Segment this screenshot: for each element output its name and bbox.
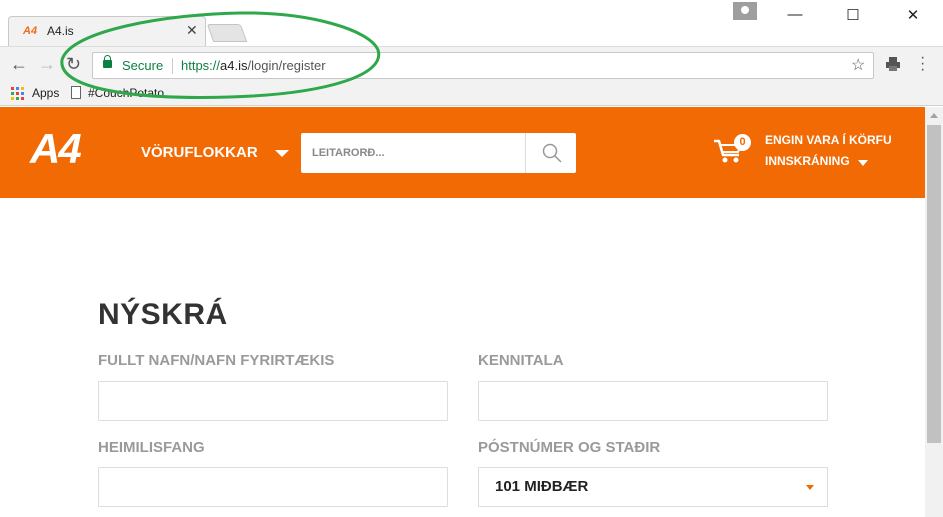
minimize-button[interactable]: —	[780, 6, 810, 30]
lock-icon	[103, 55, 112, 68]
search-icon	[542, 143, 562, 163]
a4-logo[interactable]: A4	[30, 125, 82, 173]
back-arrow-icon[interactable]: ←	[10, 54, 28, 75]
forward-arrow-icon[interactable]: →	[38, 54, 56, 75]
chevron-down-icon	[806, 485, 814, 490]
bookmark-star-icon[interactable]: ☆	[851, 55, 865, 75]
tab-close-icon[interactable]: ✕	[186, 22, 198, 39]
search-button[interactable]	[525, 133, 576, 173]
site-header: A4 VÖRUFLOKKAR 0 ENGIN VARA Í KÖRFU INNS…	[0, 107, 925, 198]
reload-icon[interactable]: ↻	[66, 54, 81, 75]
printer-extension-icon[interactable]	[885, 57, 901, 71]
cart-count-badge: 0	[734, 134, 751, 151]
kennitala-field[interactable]	[478, 381, 828, 421]
kennitala-label: KENNITALA	[478, 352, 564, 369]
postcode-select[interactable]: 101 MIÐBÆR	[478, 467, 828, 507]
chevron-down-icon[interactable]	[275, 150, 289, 157]
address-label: HEIMILISFANG	[98, 439, 205, 456]
scroll-up-icon[interactable]	[930, 113, 938, 118]
postcode-value: 101 MIÐBÆR	[495, 478, 589, 495]
categories-menu[interactable]: VÖRUFLOKKAR	[141, 144, 258, 161]
full-name-field[interactable]	[98, 381, 448, 421]
tab-title: A4.is	[47, 24, 74, 38]
a4-favicon-icon: A4	[23, 25, 38, 37]
search-input[interactable]	[301, 133, 525, 173]
address-field[interactable]	[98, 467, 448, 507]
browser-toolbar: ← → ↻ Secure https://a4.is/login/registe…	[0, 46, 943, 82]
browser-tab[interactable]: A4 A4.is ✕	[8, 16, 206, 46]
apps-grid-icon[interactable]	[11, 87, 25, 101]
profile-icon[interactable]	[733, 2, 757, 20]
cart-status[interactable]: ENGIN VARA Í KÖRFU	[765, 133, 892, 147]
page-scrollbar[interactable]	[925, 107, 943, 517]
new-tab-button[interactable]	[206, 24, 248, 42]
page-title: NÝSKRÁ	[98, 298, 228, 331]
secure-label: Secure	[122, 58, 164, 73]
bookmark-apps[interactable]: Apps	[32, 86, 59, 100]
page-icon	[71, 86, 81, 99]
url-scheme: https://	[181, 58, 221, 73]
browser-titlebar: A4 A4.is ✕ — ☐ ✕	[0, 0, 943, 46]
scroll-thumb[interactable]	[927, 125, 941, 443]
bookmarks-bar: Apps #CouchPotato	[0, 82, 943, 106]
bookmark-couchpotato[interactable]: #CouchPotato	[88, 86, 164, 100]
postcode-label: PÓSTNÚMER OG STAÐIR	[478, 439, 661, 456]
login-menu[interactable]: INNSKRÁNING	[765, 154, 850, 168]
chevron-down-icon[interactable]	[858, 160, 868, 166]
address-bar[interactable]: Secure https://a4.is/login/register ☆	[92, 52, 874, 79]
full-name-label: FULLT NAFN/NAFN FYRIRTÆKIS	[98, 352, 335, 369]
menu-dots-icon[interactable]: · · ·	[920, 50, 925, 78]
url-text[interactable]: https://a4.is/login/register	[181, 58, 326, 73]
url-path: /login/register	[247, 58, 326, 73]
address-separator	[172, 58, 173, 74]
url-domain: a4.is	[220, 58, 248, 73]
close-window-button[interactable]: ✕	[898, 6, 928, 30]
maximize-button[interactable]: ☐	[838, 6, 868, 30]
